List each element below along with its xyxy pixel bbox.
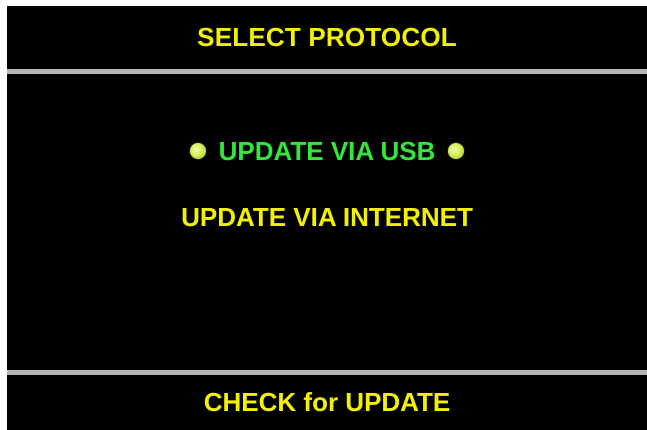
device-screen: SELECT PROTOCOL UPDATE VIA USB UPDATE VI… <box>7 6 647 430</box>
selection-dot-icon <box>189 143 206 159</box>
menu-item-label: UPDATE VIA INTERNET <box>181 201 473 232</box>
check-for-update-label: CHECK for UPDATE <box>203 387 451 417</box>
menu-item-update-via-internet[interactable]: UPDATE VIA INTERNET <box>7 197 647 237</box>
protocol-menu: UPDATE VIA USB UPDATE VIA INTERNET <box>7 74 647 370</box>
selection-dot-icon <box>448 143 465 159</box>
menu-item-update-via-usb[interactable]: UPDATE VIA USB <box>7 131 647 171</box>
header-bar: SELECT PROTOCOL <box>7 6 647 69</box>
menu-item-label: UPDATE VIA USB <box>218 135 436 166</box>
page-title: SELECT PROTOCOL <box>197 22 457 52</box>
check-for-update-button[interactable]: CHECK for UPDATE <box>7 375 647 430</box>
